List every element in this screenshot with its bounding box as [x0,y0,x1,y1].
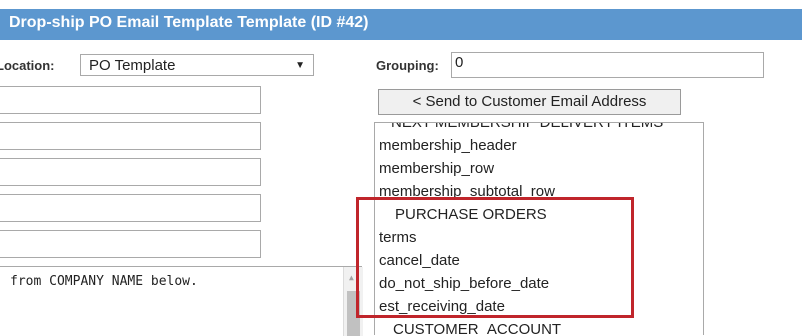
scrollbar-thumb[interactable] [347,291,360,336]
list-item[interactable]: terms [379,229,417,246]
text-field-1[interactable] [0,86,261,114]
list-item[interactable]: do_not_ship_before_date [379,275,549,292]
arrow-up-icon[interactable]: ▲ [349,273,354,282]
list-item-group-header[interactable]: NEXT MEMBERSHIP DELIVERY ITEMS [391,123,663,131]
list-item[interactable]: membership_header [379,137,517,154]
title-bar-top-strip [0,0,802,9]
list-item-group-header[interactable]: PURCHASE ORDERS [395,206,547,223]
list-item-group-header[interactable]: CUSTOMER_ACCOUNT [393,321,561,335]
text-field-4[interactable] [0,194,261,222]
text-field-3[interactable] [0,158,261,186]
title-bar: Drop-ship PO Email Template Template (ID… [0,0,802,40]
page-title: Drop-ship PO Email Template Template (ID… [9,14,369,31]
location-select-value: PO Template [89,57,176,74]
location-select[interactable]: PO Template ▼ [80,54,314,76]
chevron-down-icon: ▼ [295,60,305,71]
grouping-input[interactable]: 0 [451,52,764,78]
grouping-label: Grouping: [376,58,439,73]
text-field-2[interactable] [0,122,261,150]
send-to-customer-email-button[interactable]: < Send to Customer Email Address [378,89,681,115]
list-item[interactable]: membership_subtotal_row [379,183,555,200]
location-label: Location: [0,58,55,73]
email-body-textarea[interactable]: from COMPANY NAME below. ▲ [0,266,363,336]
list-item[interactable]: est_receiving_date [379,298,505,315]
list-item[interactable]: cancel_date [379,252,460,269]
grouping-input-value: 0 [455,54,464,71]
text-field-5[interactable] [0,230,261,258]
list-item[interactable]: membership_row [379,160,494,177]
template-variable-list[interactable]: NEXT MEMBERSHIP DELIVERY ITEMS membershi… [374,122,704,335]
textarea-scrollbar[interactable]: ▲ [343,267,363,336]
email-body-text: from COMPANY NAME below. [10,274,198,289]
